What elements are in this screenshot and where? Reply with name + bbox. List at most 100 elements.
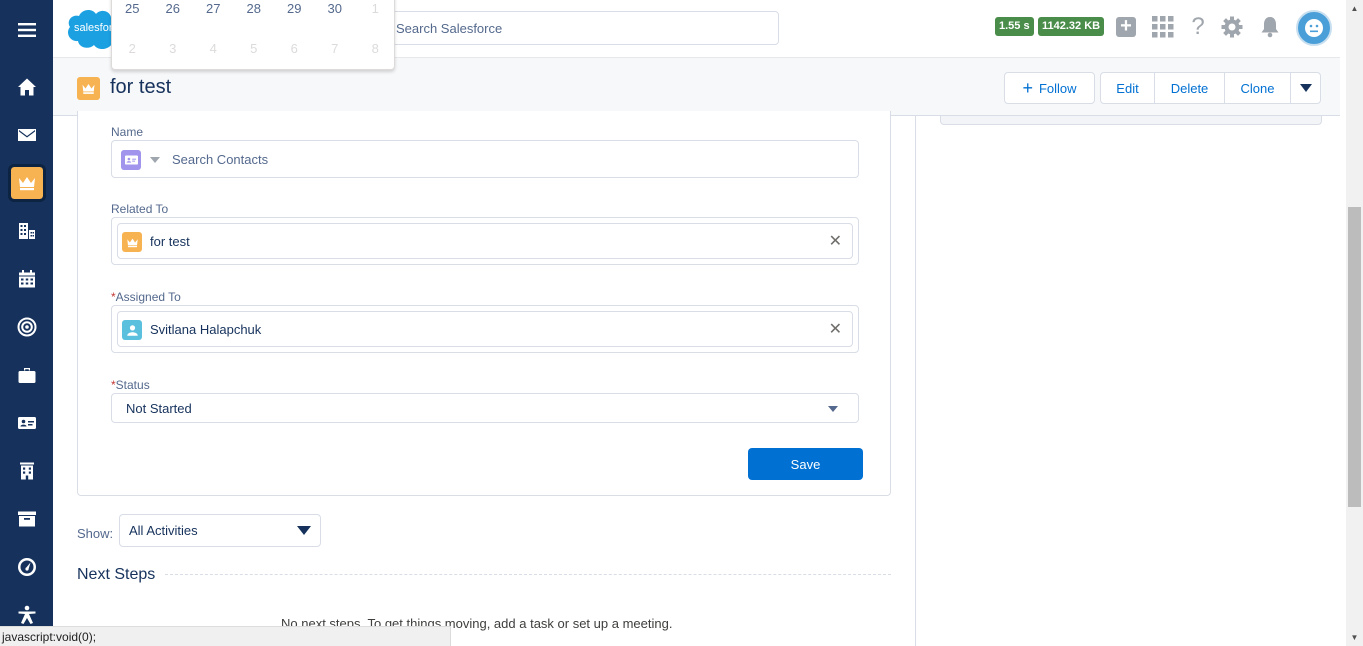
search-placeholder: Search Salesforce (396, 21, 503, 36)
column-divider (915, 116, 916, 646)
date-picker-day[interactable]: 28 (234, 1, 275, 16)
nav-rail (0, 0, 53, 646)
more-actions-button[interactable] (1291, 73, 1320, 103)
next-steps-heading: Next Steps (77, 566, 156, 583)
global-actions-button[interactable]: + (1113, 14, 1139, 40)
new-task-form: Name Search Contacts Related To for test… (77, 111, 891, 496)
plus-icon: + (1022, 78, 1033, 98)
date-picker-day[interactable]: 1 (355, 1, 396, 16)
assigned-to-lookup[interactable]: Svitlana Halapchuk ✕ (111, 305, 859, 353)
waffle-icon (1152, 16, 1174, 38)
follow-label: Follow (1038, 80, 1077, 96)
perf-time-badge: 1.55 s (995, 17, 1034, 36)
delete-button[interactable]: Delete (1155, 73, 1225, 103)
hamburger-icon (11, 14, 43, 46)
section-divider (165, 574, 891, 575)
bell-icon (1261, 17, 1279, 38)
related-to-pill: for test ✕ (117, 223, 853, 259)
opportunity-record-icon (77, 77, 100, 100)
global-search-input[interactable]: Search Salesforce (383, 11, 779, 45)
assigned-to-pill: Svitlana Halapchuk ✕ (117, 311, 853, 347)
perf-size-badge: 1142.32 KB (1038, 17, 1105, 36)
date-picker-popup: 25 26 27 28 29 30 1 2345678 (111, 0, 395, 70)
date-picker-day[interactable]: 27 (193, 1, 234, 16)
nav-calendar[interactable] (0, 259, 53, 299)
contact-card-icon (11, 407, 43, 439)
date-picker-day[interactable]: 25 (112, 1, 153, 16)
activity-filter-select[interactable]: All Activities (119, 514, 321, 547)
related-to-value: for test (150, 234, 190, 249)
page-scrollbar[interactable]: ▲ ▼ (1346, 0, 1363, 646)
opportunity-object-icon (122, 232, 142, 252)
scrollbar-thumb[interactable] (1348, 207, 1361, 507)
date-picker-day[interactable]: 8 (355, 41, 396, 56)
status-label: *Status (111, 378, 150, 392)
contact-object-icon[interactable] (121, 150, 141, 170)
smiley-face-icon (1305, 19, 1323, 37)
save-button[interactable]: Save (748, 448, 863, 480)
target-icon (11, 311, 43, 343)
question-mark-icon: ? (1191, 13, 1205, 40)
date-picker-day[interactable]: 6 (274, 41, 315, 56)
record-actions-group: Edit Delete Clone (1100, 72, 1321, 104)
calendar-icon (11, 263, 43, 295)
contact-card-icon (124, 155, 138, 165)
gear-icon (1221, 16, 1243, 38)
crown-icon (126, 238, 138, 247)
crown-icon (7, 164, 46, 202)
setup-button[interactable] (1219, 14, 1245, 40)
assigned-to-value: Svitlana Halapchuk (150, 322, 262, 337)
status-select[interactable]: Not Started (111, 393, 859, 423)
scroll-down-arrow-icon[interactable]: ▼ (1346, 629, 1363, 646)
help-button[interactable]: ? (1185, 14, 1211, 40)
activity-panel: Name Search Contacts Related To for test… (53, 111, 915, 646)
clear-assigned-to-icon[interactable]: ✕ (829, 319, 842, 339)
caret-down-icon[interactable] (150, 157, 160, 163)
user-object-icon (122, 320, 142, 340)
nav-buildings[interactable] (0, 451, 53, 491)
activity-filter-value: All Activities (129, 523, 198, 538)
follow-button[interactable]: + Follow (1004, 72, 1095, 104)
status-label-text: Status (115, 378, 150, 392)
date-picker-day[interactable]: 3 (153, 41, 194, 56)
show-filter-label: Show: (77, 526, 114, 541)
date-picker-day[interactable]: 4 (193, 41, 234, 56)
nav-opportunities[interactable] (0, 163, 53, 203)
date-picker-day[interactable]: 30 (315, 1, 356, 16)
right-panel-card (940, 116, 1322, 125)
edit-button[interactable]: Edit (1101, 73, 1155, 103)
crown-icon (82, 84, 95, 94)
date-picker-day[interactable]: 29 (274, 1, 315, 16)
nav-cases[interactable] (0, 355, 53, 395)
chevron-down-icon (297, 526, 311, 535)
related-to-lookup[interactable]: for test ✕ (111, 217, 859, 265)
date-picker-day[interactable]: 2 (112, 41, 153, 56)
status-value: Not Started (126, 401, 192, 416)
date-picker-day[interactable]: 7 (315, 41, 356, 56)
nav-archive[interactable] (0, 499, 53, 539)
nav-contacts[interactable] (0, 403, 53, 443)
nav-home[interactable] (0, 67, 53, 107)
nav-campaigns[interactable] (0, 307, 53, 347)
building-icon (11, 215, 43, 247)
nav-email[interactable] (0, 115, 53, 155)
clear-related-to-icon[interactable]: ✕ (829, 231, 842, 251)
gauge-icon (11, 551, 43, 583)
clone-button[interactable]: Clone (1225, 73, 1291, 103)
nav-accounts[interactable] (0, 211, 53, 251)
assigned-to-label: *Assigned To (111, 290, 181, 304)
app-launcher-button[interactable] (1150, 14, 1176, 40)
date-picker-day[interactable]: 26 (153, 1, 194, 16)
nav-dashboards[interactable] (0, 547, 53, 587)
user-avatar[interactable] (1296, 10, 1332, 46)
scroll-up-arrow-icon[interactable]: ▲ (1346, 0, 1363, 17)
name-lookup-input[interactable]: Search Contacts (111, 140, 859, 178)
browser-status-bar: javascript:void(0); (0, 626, 451, 646)
date-picker-day[interactable]: 5 (234, 41, 275, 56)
caret-down-icon (828, 406, 838, 412)
menu-button[interactable] (0, 10, 53, 50)
home-icon (11, 71, 43, 103)
notifications-button[interactable] (1257, 14, 1283, 40)
envelope-icon (11, 119, 43, 151)
assigned-to-label-text: Assigned To (115, 290, 181, 304)
